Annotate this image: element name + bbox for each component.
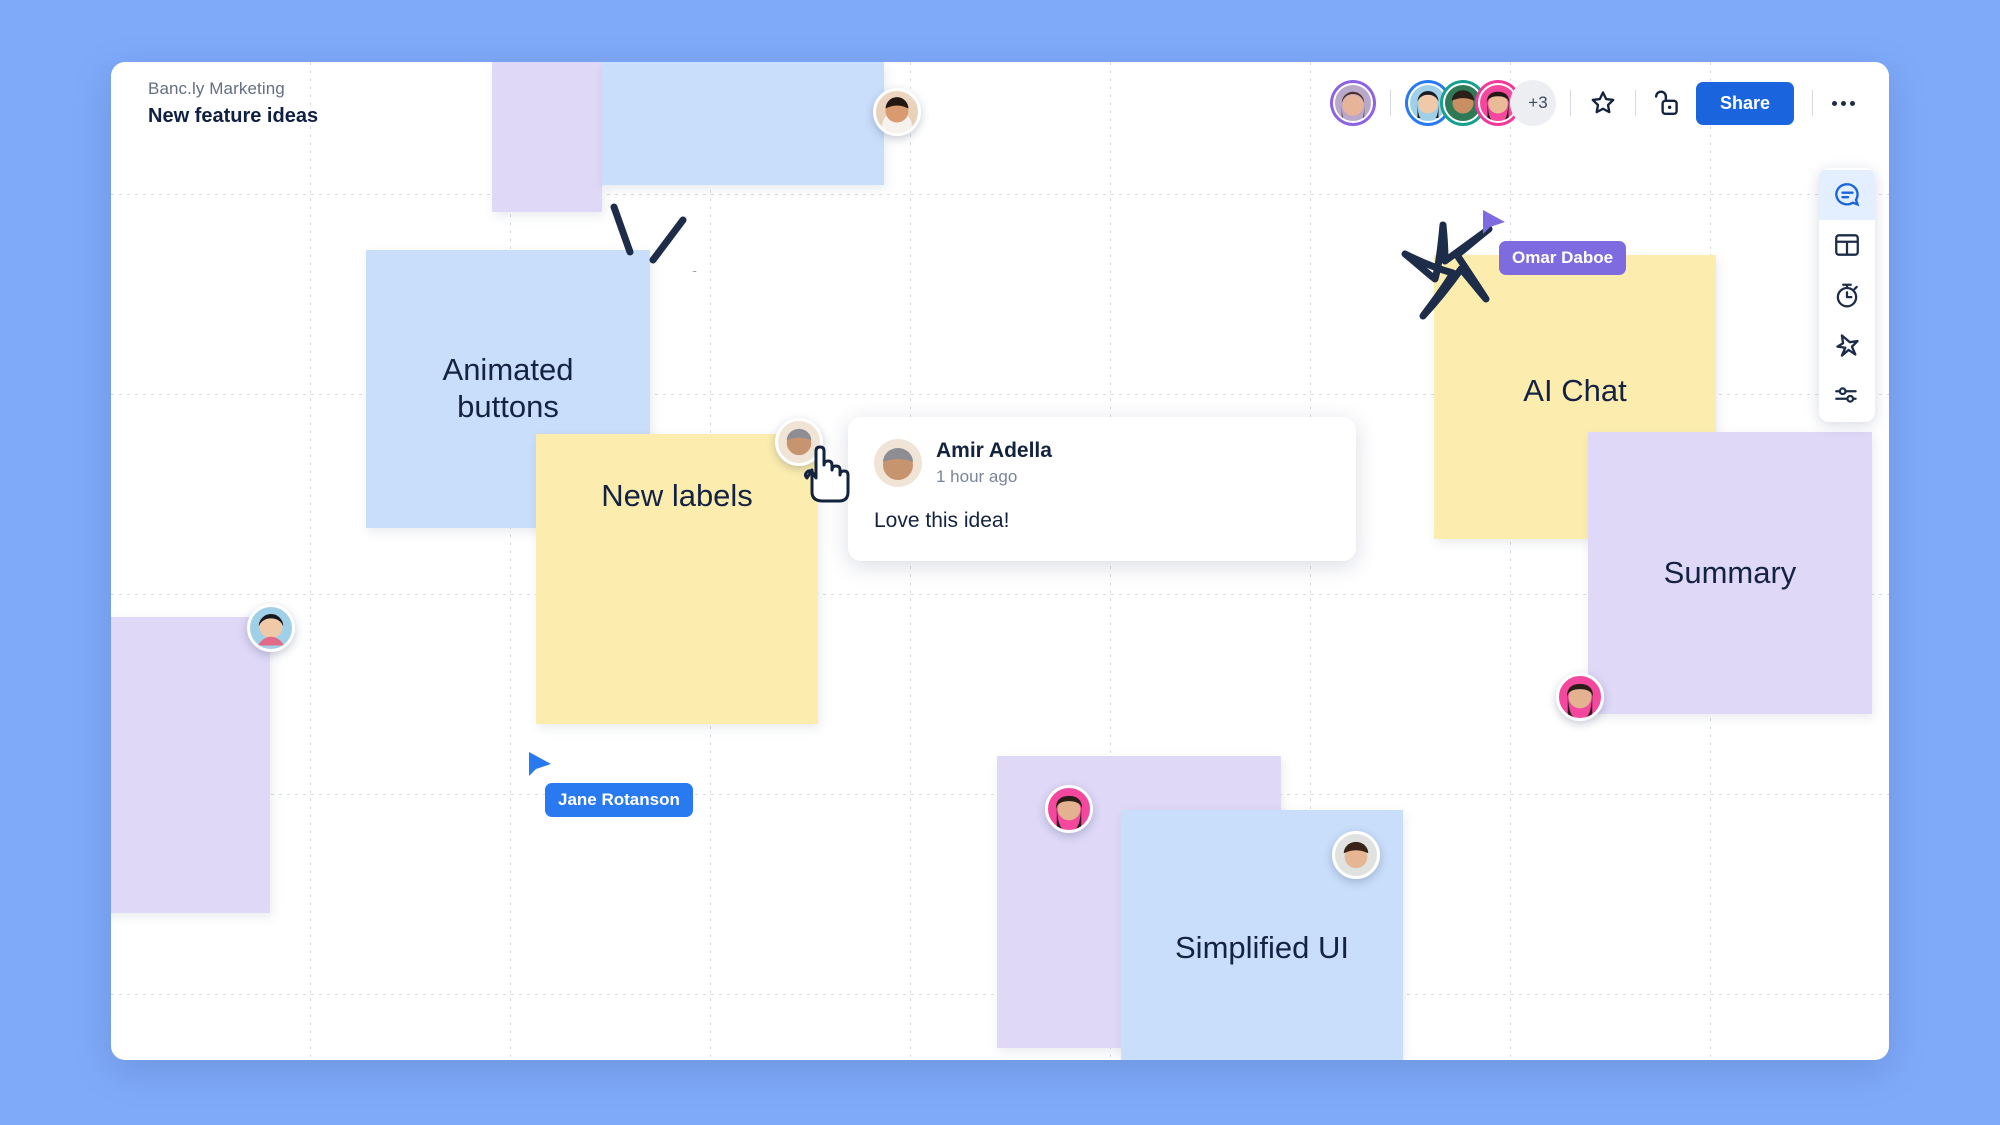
cursor-label: Omar Daboe [1499, 241, 1627, 275]
cursor-arrow-icon [529, 752, 551, 776]
magic-star-icon [1835, 333, 1859, 357]
sticky-note[interactable] [111, 617, 270, 913]
comment-timestamp: 1 hour ago [936, 466, 1018, 486]
sticky-note-text: AI Chat [1523, 373, 1627, 408]
pointing-hand-cursor [804, 445, 850, 503]
header-divider [1634, 90, 1636, 116]
board-avatar-summary[interactable] [1556, 673, 1604, 721]
breadcrumb[interactable]: Banc.ly Marketing [148, 78, 318, 100]
toolbar-item-ai-magic[interactable] [1819, 320, 1875, 370]
board-avatar-simplified[interactable] [1332, 831, 1380, 879]
header-divider [1389, 90, 1391, 116]
board-header-left: Banc.ly Marketing New feature ideas [148, 78, 318, 129]
share-button[interactable]: Share [1695, 81, 1794, 125]
comment-bubble-icon [1834, 182, 1859, 206]
toolbar-item-comments[interactable] [1819, 170, 1875, 220]
right-toolbar [1819, 168, 1875, 422]
sticky-note-text: Simplified UI [1175, 930, 1349, 965]
layout-template-icon [1835, 234, 1859, 256]
comment-header: Amir Adella 1 hour ago [874, 439, 1330, 487]
board-avatar-purple-note[interactable] [1045, 785, 1093, 833]
toolbar-item-templates[interactable] [1819, 220, 1875, 270]
sticky-note-text: Summary [1663, 554, 1797, 590]
avatar-overflow-count[interactable]: +3 [1509, 80, 1556, 126]
timer-icon [1836, 283, 1858, 308]
toolbar-item-settings[interactable] [1819, 370, 1875, 420]
board-avatar-top[interactable] [873, 88, 921, 136]
comment-card[interactable]: Amir Adella 1 hour ago Love this idea! [848, 417, 1356, 561]
avatar-owner[interactable] [1329, 80, 1376, 126]
sticky-note-text: Animated buttons [442, 352, 574, 424]
cursor-label: Jane Rotanson [545, 783, 693, 817]
sticky-note[interactable] [492, 62, 602, 212]
cursor-jane-rotanson: Jane Rotanson [527, 750, 693, 817]
header-divider [1812, 90, 1813, 116]
toolbar-item-timer[interactable] [1819, 270, 1875, 320]
more-options-icon[interactable] [1825, 85, 1861, 121]
comment-author-name: Amir Adella [936, 439, 1052, 463]
board-window: Animated buttons New labels AI Chat Summ… [111, 62, 1889, 1060]
page-title[interactable]: New feature ideas [148, 103, 318, 129]
comment-body-text: Love this idea! [874, 509, 1010, 532]
sliders-icon [1835, 387, 1857, 403]
unlock-icon[interactable] [1650, 85, 1686, 121]
sticky-note-new-labels[interactable]: New labels [536, 434, 818, 724]
burst-lines-doodle [610, 203, 697, 272]
app-root: Animated buttons New labels AI Chat Summ… [0, 0, 2000, 1125]
cursor-arrow-icon [1483, 210, 1505, 234]
header-divider [1569, 90, 1571, 116]
sticky-note-summary[interactable]: Summary [1588, 432, 1872, 714]
comment-author-avatar [874, 439, 922, 487]
board-avatar-left[interactable] [247, 604, 295, 652]
star-icon[interactable] [1585, 85, 1621, 121]
cursor-omar-daboe: Omar Daboe [1481, 208, 1627, 275]
board-header-right: +3 Share [1329, 80, 1861, 126]
collaborator-avatar-stack[interactable]: +3 [1404, 80, 1556, 126]
sticky-note-text: New labels [601, 478, 753, 513]
